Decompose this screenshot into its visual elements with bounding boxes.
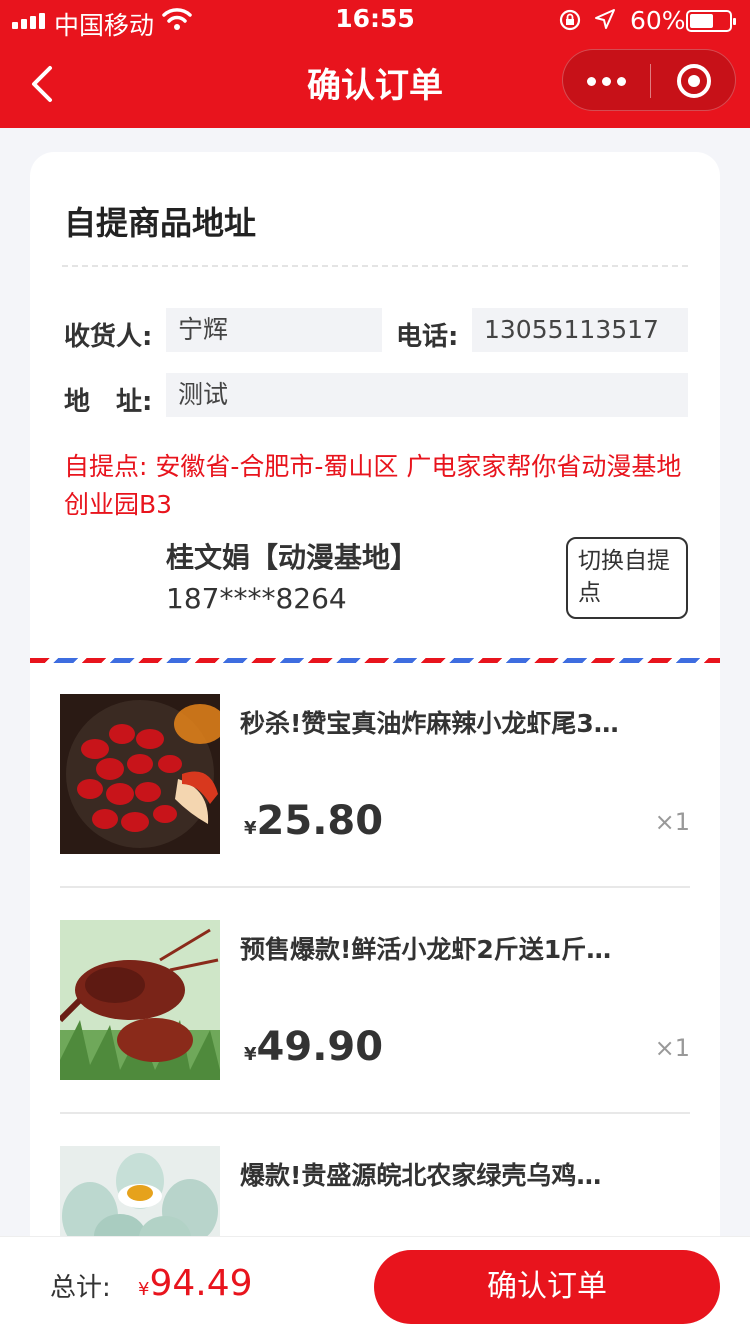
- total-amount: ¥94.49: [138, 1263, 253, 1304]
- item-divider: [60, 886, 690, 888]
- dashed-divider: [62, 265, 688, 267]
- close-target-icon[interactable]: [677, 64, 711, 98]
- product-price: ¥25.80: [244, 798, 383, 844]
- top-bar: 中国移动 16:55 60% 确认订单: [0, 0, 750, 128]
- price-value: 25.80: [256, 798, 384, 844]
- order-item[interactable]: 秒杀!赞宝真油炸麻辣小龙虾尾3… ¥25.80 ×1: [60, 694, 690, 920]
- status-bar: 中国移动 16:55 60%: [0, 0, 750, 40]
- address-field[interactable]: 测试: [166, 373, 688, 417]
- product-quantity: ×1: [654, 808, 690, 836]
- product-price: ¥49.90: [244, 1024, 383, 1070]
- total-value: 94.49: [149, 1263, 253, 1304]
- product-name: 预售爆款!鲜活小龙虾2斤送1斤…: [240, 935, 612, 964]
- order-item[interactable]: 预售爆款!鲜活小龙虾2斤送1斤… ¥49.90 ×1: [60, 920, 690, 1146]
- currency-symbol: ¥: [244, 818, 257, 839]
- battery-level: [690, 14, 713, 28]
- battery-percent: 60%: [630, 6, 686, 35]
- battery-icon: [686, 10, 736, 32]
- product-image-crayfish-tails: [60, 694, 220, 854]
- product-name: 爆款!贵盛源皖北农家绿壳乌鸡…: [240, 1161, 602, 1190]
- order-card: 自提商品地址 收货人: 宁辉 电话: 13055113517 地 址: 测试 自…: [30, 152, 720, 1272]
- airmail-stripe-divider: [30, 658, 720, 663]
- receiver-label: 收货人:: [64, 322, 153, 352]
- address-label: 地 址:: [64, 387, 153, 417]
- location-arrow-icon: [595, 9, 615, 29]
- rotation-lock-icon: [559, 9, 581, 31]
- section-title: 自提商品地址: [64, 204, 257, 242]
- receiver-field[interactable]: 宁辉: [166, 308, 382, 352]
- switch-pickup-button[interactable]: 切换自提点: [566, 537, 688, 619]
- phone-label: 电话:: [396, 322, 459, 352]
- currency-symbol: ¥: [244, 1044, 257, 1065]
- product-image-live-crayfish: [60, 920, 220, 1080]
- total-label: 总计:: [50, 1273, 111, 1303]
- pickup-contact-phone: 187****8264: [166, 582, 347, 615]
- pickup-point-text: 自提点: 安徽省-合肥市-蜀山区 广电家家帮你省动漫基地创业园B3: [64, 452, 682, 519]
- product-quantity: ×1: [654, 1034, 690, 1062]
- confirm-order-button[interactable]: 确认订单: [374, 1250, 720, 1324]
- checkout-bar: 总计: ¥94.49 确认订单: [0, 1236, 750, 1334]
- item-divider: [60, 1112, 690, 1114]
- product-name: 秒杀!赞宝真油炸麻辣小龙虾尾3…: [240, 709, 619, 738]
- capsule-divider: [650, 64, 651, 98]
- price-value: 49.90: [256, 1024, 384, 1070]
- currency-symbol: ¥: [138, 1279, 150, 1300]
- more-dots-icon[interactable]: [563, 50, 650, 112]
- pickup-contact-name: 桂文娟【动漫基地】: [166, 541, 419, 574]
- mini-program-capsule: [562, 49, 736, 111]
- phone-field[interactable]: 13055113517: [472, 308, 688, 352]
